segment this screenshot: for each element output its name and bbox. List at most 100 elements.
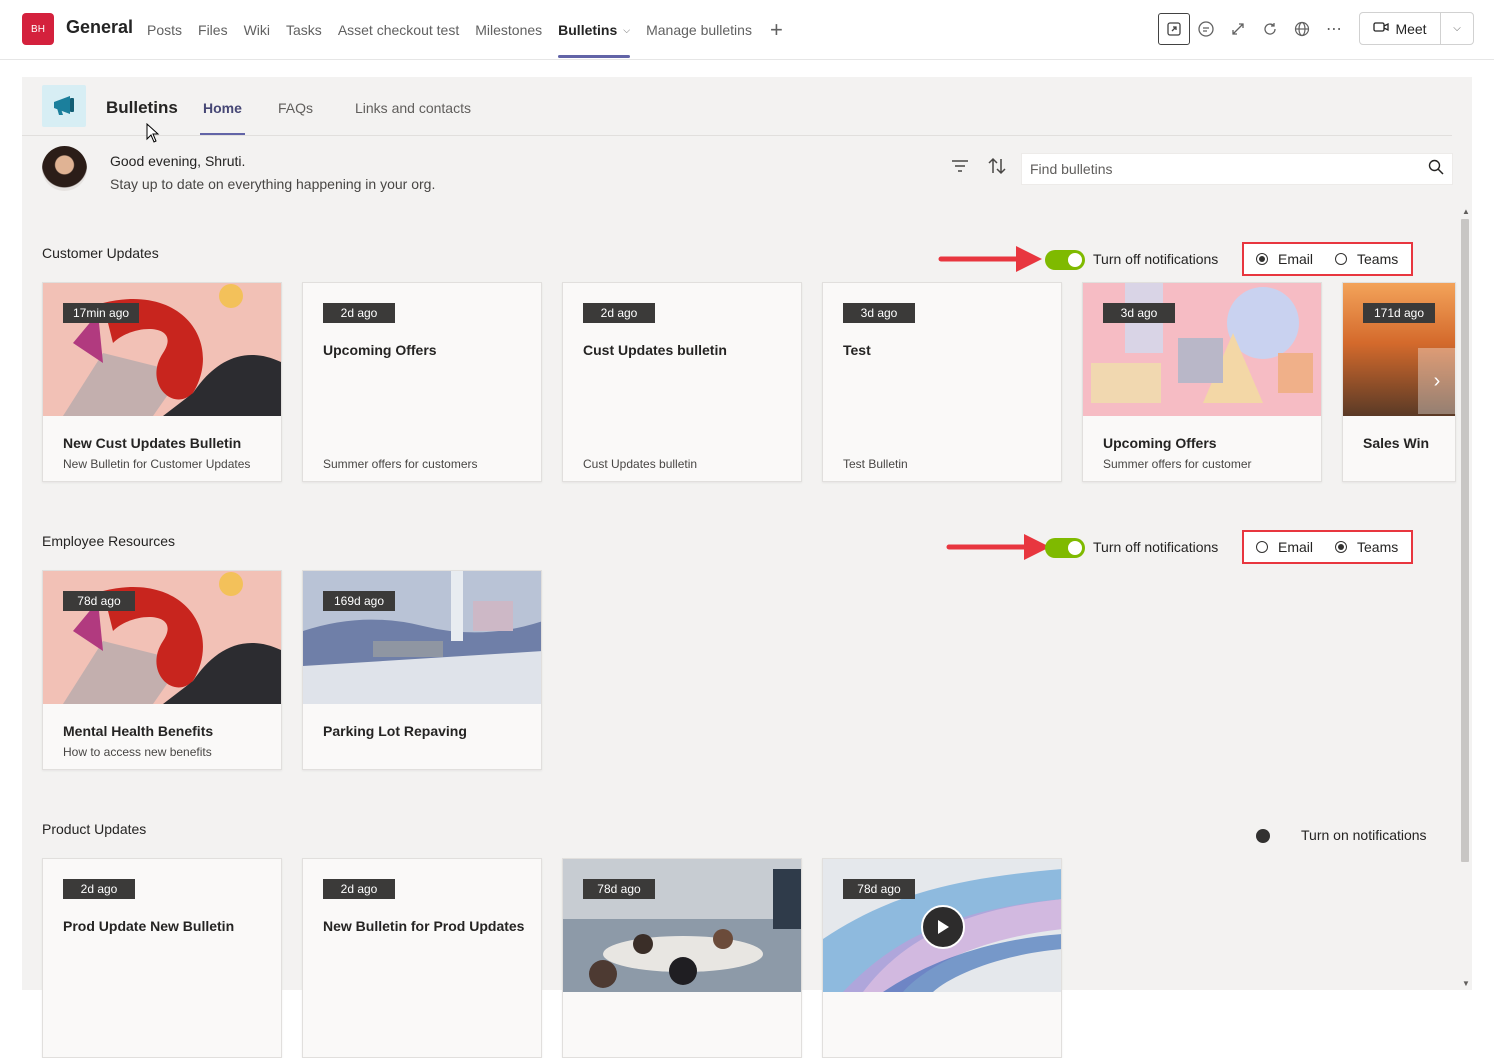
- bulletin-card[interactable]: 78d ago: [562, 858, 802, 1058]
- greeting-subtitle: Stay up to date on everything happening …: [110, 176, 436, 192]
- card-title: New Bulletin for Prod Updates: [323, 918, 525, 934]
- meet-now-button[interactable]: Meet: [1360, 13, 1441, 44]
- sort-icon[interactable]: [987, 157, 1007, 180]
- age-badge: 3d ago: [1103, 303, 1175, 323]
- bulletin-card[interactable]: 2d ago Prod Update New Bulletin: [42, 858, 282, 1058]
- age-badge: 171d ago: [1363, 303, 1435, 323]
- notification-toggle[interactable]: [1045, 250, 1085, 270]
- chevron-down-icon[interactable]: ⌵: [623, 25, 630, 36]
- notification-toggle-off[interactable]: [1256, 829, 1270, 843]
- notification-toggle-label: Turn on notifications: [1301, 827, 1427, 843]
- meet-dropdown-chevron-icon[interactable]: ⌵: [1441, 13, 1473, 44]
- tab-wiki[interactable]: Wiki: [244, 0, 270, 60]
- vertical-scrollbar[interactable]: ▲ ▼: [1459, 207, 1471, 990]
- scroll-up-arrow-icon[interactable]: ▲: [1462, 207, 1470, 216]
- email-radio[interactable]: [1256, 541, 1268, 553]
- app-header: Bulletins Home FAQs Links and contacts: [22, 77, 1452, 136]
- mouse-cursor-icon: [146, 123, 160, 143]
- age-badge: 2d ago: [323, 303, 395, 323]
- tab-milestones[interactable]: Milestones: [475, 0, 542, 60]
- video-camera-icon: [1373, 20, 1390, 37]
- tab-home-label: Home: [203, 100, 242, 116]
- card-subtitle: New Bulletin for Customer Updates: [63, 457, 251, 471]
- red-arrow-annotation: [938, 246, 1042, 272]
- age-badge: 3d ago: [843, 303, 915, 323]
- teams-header: BH General Posts Files Wiki Tasks Asset …: [0, 0, 1494, 60]
- tab-faqs[interactable]: FAQs: [278, 100, 313, 116]
- bulletin-card[interactable]: 3d ago Test Test Bulletin: [822, 282, 1062, 482]
- teams-radio[interactable]: [1335, 541, 1348, 553]
- email-radio-option[interactable]: Email: [1256, 251, 1313, 267]
- card-title: Prod Update New Bulletin: [63, 918, 235, 934]
- tab-tasks[interactable]: Tasks: [286, 0, 322, 60]
- card-title: Sales Win: [1363, 435, 1430, 451]
- bulletin-card[interactable]: 3d ago Upcoming Offers Summer offers for…: [1082, 282, 1322, 482]
- meet-button[interactable]: Meet ⌵: [1359, 12, 1474, 45]
- section-title-customer-updates: Customer Updates: [42, 245, 159, 261]
- search-input[interactable]: [1022, 161, 1420, 177]
- search-box: [1021, 153, 1453, 185]
- teams-radio-label: Teams: [1357, 539, 1399, 555]
- channel-name: General: [66, 17, 134, 37]
- bulletin-card[interactable]: 17min ago New Cust Updates Bulletin New …: [42, 282, 282, 482]
- scroll-down-arrow-icon[interactable]: ▼: [1462, 979, 1470, 988]
- teams-radio[interactable]: [1335, 253, 1348, 265]
- teams-radio-option[interactable]: Teams: [1335, 251, 1398, 267]
- greeting-title: Good evening, Shruti.: [110, 153, 246, 169]
- card-subtitle: How to access new benefits: [63, 745, 212, 759]
- card-title: Test: [843, 342, 871, 358]
- more-options-icon[interactable]: ⋯: [1318, 12, 1350, 46]
- app-title: Bulletins: [106, 98, 178, 117]
- card-subtitle: Summer offers for customer: [1103, 457, 1252, 471]
- email-radio-label: Email: [1278, 251, 1314, 267]
- tab-manage-bulletins[interactable]: Manage bulletins: [646, 0, 752, 60]
- team-avatar[interactable]: BH: [22, 13, 54, 45]
- tab-posts[interactable]: Posts: [147, 0, 182, 60]
- tab-links-and-contacts[interactable]: Links and contacts: [355, 100, 471, 116]
- search-icon[interactable]: [1420, 159, 1452, 180]
- notification-channel-group: Email Teams: [1242, 530, 1413, 564]
- tab-files[interactable]: Files: [198, 0, 228, 60]
- teams-radio-option[interactable]: Teams: [1335, 539, 1398, 555]
- expand-icon[interactable]: [1222, 12, 1254, 46]
- email-radio[interactable]: [1256, 253, 1268, 265]
- tab-bulletins-label: Bulletins: [558, 22, 618, 38]
- section-title-product-updates: Product Updates: [42, 821, 147, 837]
- section-title-employee-resources: Employee Resources: [42, 533, 176, 549]
- notification-toggle[interactable]: [1045, 538, 1085, 558]
- card-subtitle: Test Bulletin: [843, 457, 908, 471]
- age-badge: 78d ago: [843, 879, 915, 899]
- megaphone-icon: [42, 85, 86, 127]
- carousel-next-chevron-icon[interactable]: ›: [1418, 348, 1456, 414]
- tab-asset-checkout-test[interactable]: Asset checkout test: [338, 0, 459, 60]
- email-radio-option[interactable]: Email: [1256, 539, 1313, 555]
- card-title: Upcoming Offers: [1103, 435, 1217, 451]
- refresh-icon[interactable]: [1254, 12, 1286, 46]
- filter-icon[interactable]: [951, 159, 969, 178]
- play-icon[interactable]: [921, 905, 965, 949]
- add-tab-button[interactable]: +: [770, 0, 783, 60]
- bulletin-card[interactable]: 78d ago: [822, 858, 1062, 1058]
- tab-active-indicator: [200, 133, 245, 135]
- age-badge: 17min ago: [63, 303, 140, 323]
- scroll-thumb[interactable]: [1461, 219, 1469, 862]
- bulletin-card[interactable]: 2d ago Cust Updates bulletin Cust Update…: [562, 282, 802, 482]
- popout-app-icon[interactable]: [1158, 13, 1190, 45]
- meet-label: Meet: [1395, 20, 1427, 37]
- bulletin-card[interactable]: 2d ago Upcoming Offers Summer offers for…: [302, 282, 542, 482]
- card-subtitle: Summer offers for customers: [323, 457, 478, 471]
- age-badge: 2d ago: [323, 879, 395, 899]
- card-title: Upcoming Offers: [323, 342, 437, 358]
- globe-icon[interactable]: [1286, 12, 1318, 46]
- bulletin-card[interactable]: 78d ago Mental Health Benefits How to ac…: [42, 570, 282, 770]
- bulletin-card[interactable]: 2d ago New Bulletin for Prod Updates: [302, 858, 542, 1058]
- age-badge: 78d ago: [63, 591, 135, 611]
- tab-bulletins[interactable]: Bulletins ⌵: [558, 0, 630, 60]
- card-title: New Cust Updates Bulletin: [63, 435, 242, 451]
- conversation-icon[interactable]: [1190, 12, 1222, 46]
- teams-radio-label: Teams: [1357, 251, 1399, 267]
- bulletin-card[interactable]: 169d ago Parking Lot Repaving: [302, 570, 542, 770]
- age-badge: 2d ago: [63, 879, 135, 899]
- tab-home[interactable]: Home: [200, 100, 245, 135]
- header-actions: ⋯: [1158, 12, 1350, 46]
